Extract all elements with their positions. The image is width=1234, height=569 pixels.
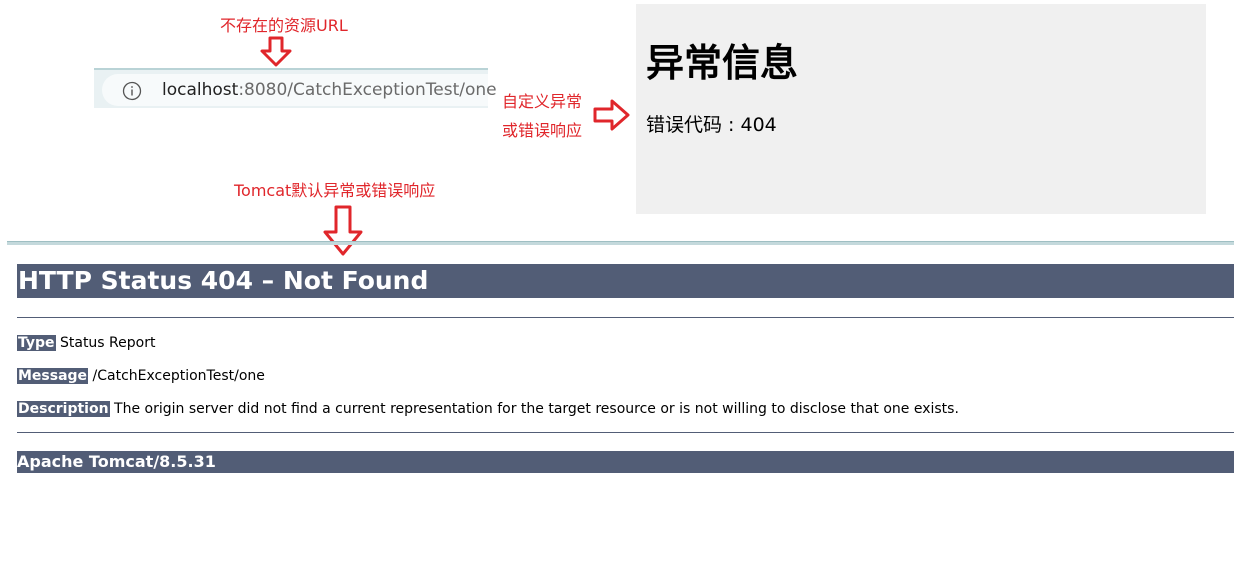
message-value: /CatchExceptionTest/one (92, 368, 265, 384)
annotation-tomcat-default: Tomcat默认异常或错误响应 (234, 181, 436, 200)
annotation-custom-line2: 或错误响应 (502, 121, 583, 140)
description-value: The origin server did not find a current… (114, 401, 959, 417)
tomcat-description-row: Description The origin server did not fi… (17, 400, 959, 418)
address-field[interactable]: localhost:8080/CatchExceptionTest/one (102, 74, 497, 106)
description-label: Description (17, 401, 110, 417)
tomcat-message-row: Message /CatchExceptionTest/one (17, 367, 265, 385)
custom-error-title: 异常信息 (646, 41, 799, 85)
tomcat-error-title: HTTP Status 404 – Not Found (17, 264, 1234, 298)
info-icon[interactable] (122, 81, 142, 101)
arrow-down-icon (323, 205, 363, 256)
arrow-down-icon (260, 36, 292, 67)
type-value: Status Report (59, 335, 156, 351)
url-host: localhost (162, 80, 239, 100)
url-path: :8080/CatchExceptionTest/one (238, 80, 497, 100)
tomcat-divider (17, 432, 1234, 433)
section-divider (7, 241, 1234, 245)
url-text[interactable]: localhost:8080/CatchExceptionTest/one (162, 80, 497, 100)
type-label: Type (17, 335, 56, 351)
arrow-right-icon (593, 99, 630, 131)
annotation-custom-line1: 自定义异常 (502, 92, 583, 111)
message-label: Message (17, 368, 89, 384)
custom-error-page: 异常信息 错误代码 : 404 (636, 4, 1206, 214)
tomcat-type-row: Type Status Report (17, 334, 155, 352)
tomcat-divider (17, 317, 1234, 318)
tomcat-version-footer: Apache Tomcat/8.5.31 (17, 451, 1234, 473)
annotation-nonexistent-url: 不存在的资源URL (220, 16, 348, 35)
custom-error-code: 错误代码 : 404 (646, 114, 777, 136)
address-bar[interactable]: localhost:8080/CatchExceptionTest/one (94, 68, 497, 108)
